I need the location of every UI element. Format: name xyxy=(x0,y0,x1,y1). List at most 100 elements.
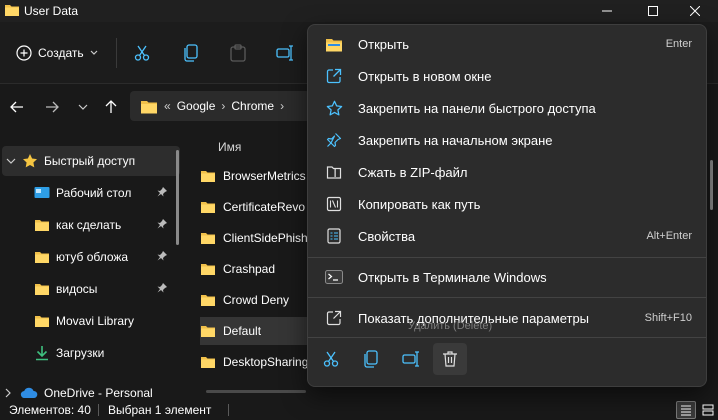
recent-locations-button[interactable] xyxy=(72,96,94,118)
breadcrumb-separator: › xyxy=(221,99,226,113)
sidebar-item-quick-access[interactable]: Быстрый доступ xyxy=(2,146,180,176)
menu-item-label: Свойства xyxy=(358,228,416,244)
more-options-icon xyxy=(316,310,352,326)
window-title: User Data xyxy=(24,4,79,18)
file-name: BrowserMetrics xyxy=(223,169,306,183)
sidebar-item-desktop[interactable]: Рабочий стол xyxy=(0,178,180,208)
arrow-left-icon xyxy=(10,101,23,113)
context-menu: Открыть Enter Открыть в новом окне Закре… xyxy=(307,24,707,387)
main-scrollbar[interactable] xyxy=(710,160,713,210)
sidebar-item-downloads[interactable]: Загрузки xyxy=(0,338,180,368)
details-view-button[interactable] xyxy=(676,401,696,419)
menu-item-compress-zip[interactable]: Сжать в ZIP-файл xyxy=(314,157,702,187)
menu-separator xyxy=(308,297,706,298)
paste-button[interactable] xyxy=(225,40,251,66)
chevron-right-icon[interactable] xyxy=(4,388,12,398)
horizontal-scrollbar[interactable] xyxy=(206,390,306,393)
chevron-down-icon[interactable] xyxy=(6,157,16,165)
folder-icon xyxy=(200,293,216,307)
file-row-selected[interactable]: Default xyxy=(200,317,311,345)
file-row[interactable]: Crashpad xyxy=(200,255,311,283)
pin-icon xyxy=(316,132,352,148)
menu-delete-button[interactable] xyxy=(433,343,467,375)
menu-item-label: Открыть в новом окне xyxy=(358,68,492,84)
maximize-button[interactable] xyxy=(630,0,676,22)
sidebar-scrollbar[interactable] xyxy=(176,150,179,245)
menu-item-open[interactable]: Открыть Enter xyxy=(314,29,702,59)
open-new-window-icon xyxy=(316,68,352,84)
folder-icon xyxy=(200,231,216,245)
status-bar: Элементов: 40 Выбран 1 элемент xyxy=(0,400,718,420)
cut-button[interactable] xyxy=(129,40,155,66)
menu-item-properties[interactable]: Свойства Alt+Enter xyxy=(314,221,702,251)
file-name: ClientSidePhish xyxy=(223,231,308,245)
overflow-chevron[interactable]: « xyxy=(164,99,171,113)
cloud-icon xyxy=(20,387,38,399)
copy-path-icon xyxy=(316,196,352,212)
breadcrumb-google[interactable]: Google xyxy=(177,99,216,113)
sidebar-item-label: видосы xyxy=(56,282,98,296)
sidebar-item-kak-sdelat[interactable]: как сделать xyxy=(0,210,180,240)
close-button[interactable] xyxy=(672,0,718,22)
chevron-down-icon xyxy=(78,104,88,110)
menu-item-open-new-window[interactable]: Открыть в новом окне xyxy=(314,61,702,91)
breadcrumb-chrome[interactable]: Chrome xyxy=(231,99,274,113)
file-row[interactable]: BrowserMetrics xyxy=(200,162,311,190)
toolbar-separator xyxy=(116,38,117,68)
menu-item-label: Сжать в ZIP-файл xyxy=(358,164,468,180)
menu-item-shortcut: Alt+Enter xyxy=(646,230,692,242)
pin-icon xyxy=(156,186,168,198)
folder-icon xyxy=(200,169,216,183)
menu-item-copy-path[interactable]: Копировать как путь xyxy=(314,189,702,219)
sidebar-item-movavi-library[interactable]: Movavi Library xyxy=(0,306,180,336)
paste-icon xyxy=(230,44,246,62)
sidebar-item-videos[interactable]: видосы xyxy=(0,274,180,304)
forward-button[interactable] xyxy=(41,96,63,118)
menu-rename-button[interactable] xyxy=(394,343,428,375)
star-icon xyxy=(22,153,38,169)
minimize-button[interactable] xyxy=(584,0,630,22)
menu-item-pin-quick-access[interactable]: Закрепить на панели быстрого доступа xyxy=(314,93,702,123)
folder-icon xyxy=(4,3,20,17)
create-button[interactable]: Создать xyxy=(10,40,104,66)
tiles-view-icon xyxy=(702,404,714,416)
menu-cut-button[interactable] xyxy=(314,343,348,375)
rename-button[interactable] xyxy=(272,40,298,66)
sidebar-item-youtube-covers[interactable]: ютуб обложа xyxy=(0,242,180,272)
menu-copy-button[interactable] xyxy=(354,343,388,375)
column-header-name[interactable]: Имя xyxy=(218,140,241,154)
sidebar-item-label: Загрузки xyxy=(56,346,105,360)
tiles-view-button[interactable] xyxy=(698,401,718,419)
folder-icon xyxy=(34,314,50,328)
folder-icon xyxy=(34,282,50,296)
status-divider xyxy=(98,404,99,416)
sidebar-item-label: Рабочий стол xyxy=(56,186,132,200)
folder-icon xyxy=(200,355,216,369)
copy-button[interactable] xyxy=(178,40,204,66)
sidebar-item-label: OneDrive - Personal xyxy=(44,386,153,400)
menu-item-show-more-options[interactable]: Показать дополнительные параметры Shift+… xyxy=(314,303,702,333)
item-count: Элементов: 40 xyxy=(9,403,91,417)
address-bar[interactable]: « Google › Chrome › xyxy=(130,91,310,121)
chevron-down-icon xyxy=(90,50,98,56)
status-divider xyxy=(228,404,229,416)
file-row[interactable]: Crowd Deny xyxy=(200,286,311,314)
folder-icon xyxy=(34,218,50,232)
copy-icon xyxy=(184,44,198,62)
file-name: CertificateRevo xyxy=(223,200,306,214)
up-button[interactable] xyxy=(100,96,122,118)
menu-item-pin-start[interactable]: Закрепить на начальном экране xyxy=(314,125,702,155)
back-button[interactable] xyxy=(6,96,28,118)
folder-icon xyxy=(200,200,216,214)
plus-circle-icon xyxy=(16,45,32,61)
menu-item-label: Закрепить на панели быстрого доступа xyxy=(358,100,596,116)
file-name: DesktopSharing xyxy=(223,355,309,369)
menu-item-open-terminal[interactable]: Открыть в Терминале Windows xyxy=(314,262,702,292)
folder-icon xyxy=(200,262,216,276)
file-row[interactable]: CertificateRevo xyxy=(200,193,311,221)
file-row[interactable]: DesktopSharing xyxy=(200,348,311,376)
rename-icon xyxy=(276,45,293,61)
menu-item-label: Закрепить на начальном экране xyxy=(358,132,553,148)
sidebar-item-label: ютуб обложа xyxy=(56,250,129,264)
file-row[interactable]: ClientSidePhish xyxy=(200,224,311,252)
